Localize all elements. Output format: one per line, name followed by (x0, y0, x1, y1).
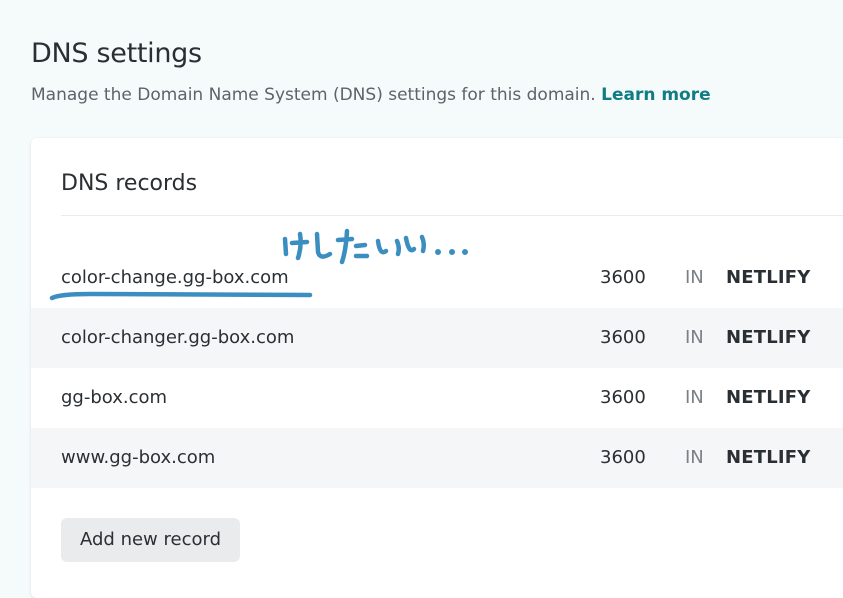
page-description: Manage the Domain Name System (DNS) sett… (31, 82, 711, 108)
record-class: IN (685, 387, 704, 408)
record-name: www.gg-box.com (61, 447, 216, 468)
record-name: gg-box.com (61, 387, 168, 408)
record-ttl: 3600 (600, 327, 646, 348)
record-type: NETLIFY (726, 327, 811, 348)
record-class: IN (685, 447, 704, 468)
record-ttl: 3600 (600, 447, 646, 468)
page-description-text: Manage the Domain Name System (DNS) sett… (31, 85, 602, 105)
learn-more-link[interactable]: Learn more (601, 85, 711, 105)
dns-records-list: color-change.gg-box.com 3600 IN NETLIFY … (31, 248, 843, 488)
record-class: IN (685, 327, 704, 348)
dns-record-row[interactable]: gg-box.com 3600 IN NETLIFY (31, 368, 843, 428)
record-ttl: 3600 (600, 387, 646, 408)
card-title: DNS records (61, 171, 198, 196)
add-new-record-button[interactable]: Add new record (61, 518, 240, 562)
record-type: NETLIFY (726, 267, 811, 288)
dns-records-card: DNS records color-change.gg-box.com 3600… (31, 138, 843, 598)
dns-record-row[interactable]: color-changer.gg-box.com 3600 IN NETLIFY (31, 308, 843, 368)
record-class: IN (685, 267, 704, 288)
record-name: color-change.gg-box.com (61, 267, 289, 288)
card-divider (61, 215, 843, 216)
record-type: NETLIFY (726, 387, 811, 408)
page-title: DNS settings (31, 38, 202, 69)
dns-record-row[interactable]: www.gg-box.com 3600 IN NETLIFY (31, 428, 843, 488)
record-ttl: 3600 (600, 267, 646, 288)
record-type: NETLIFY (726, 447, 811, 468)
record-name: color-changer.gg-box.com (61, 327, 295, 348)
dns-record-row[interactable]: color-change.gg-box.com 3600 IN NETLIFY (31, 248, 843, 308)
